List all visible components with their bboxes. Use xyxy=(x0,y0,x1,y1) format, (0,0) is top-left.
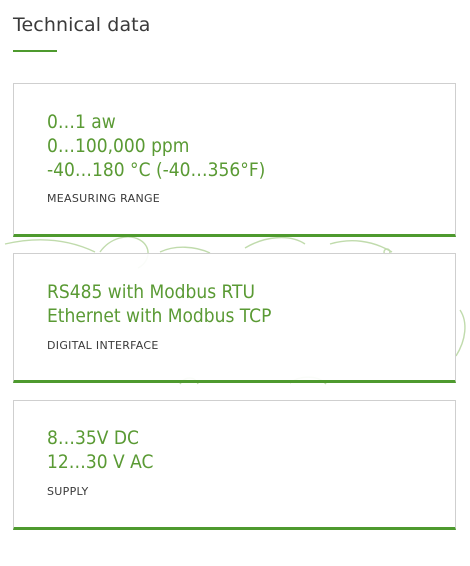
card-label: MEASURING RANGE xyxy=(47,192,161,205)
value-line: -40…180 °C (-40…356°F) xyxy=(47,159,266,181)
value-line: 12…30 V AC xyxy=(47,451,154,473)
value-line: Ethernet with Modbus TCP xyxy=(47,305,272,327)
section-title: Technical data xyxy=(13,14,151,36)
title-underline xyxy=(13,50,57,52)
value-line: 0…100,000 ppm xyxy=(47,135,190,157)
value-line: RS485 with Modbus RTU xyxy=(47,281,255,303)
card-label: DIGITAL INTERFACE xyxy=(47,339,159,352)
value-line: 0…1 aw xyxy=(47,111,116,133)
measuring-range-card: 0…1 aw 0…100,000 ppm -40…180 °C (-40…356… xyxy=(13,83,456,237)
card-label: SUPPLY xyxy=(47,485,89,498)
value-line: 8…35V DC xyxy=(47,427,139,449)
technical-data-page: Technical data 0…1 aw 0…100,000 ppm -40…… xyxy=(0,0,470,566)
digital-interface-card: RS485 with Modbus RTU Ethernet with Modb… xyxy=(13,253,456,383)
supply-card: 8…35V DC 12…30 V AC SUPPLY xyxy=(13,400,456,530)
